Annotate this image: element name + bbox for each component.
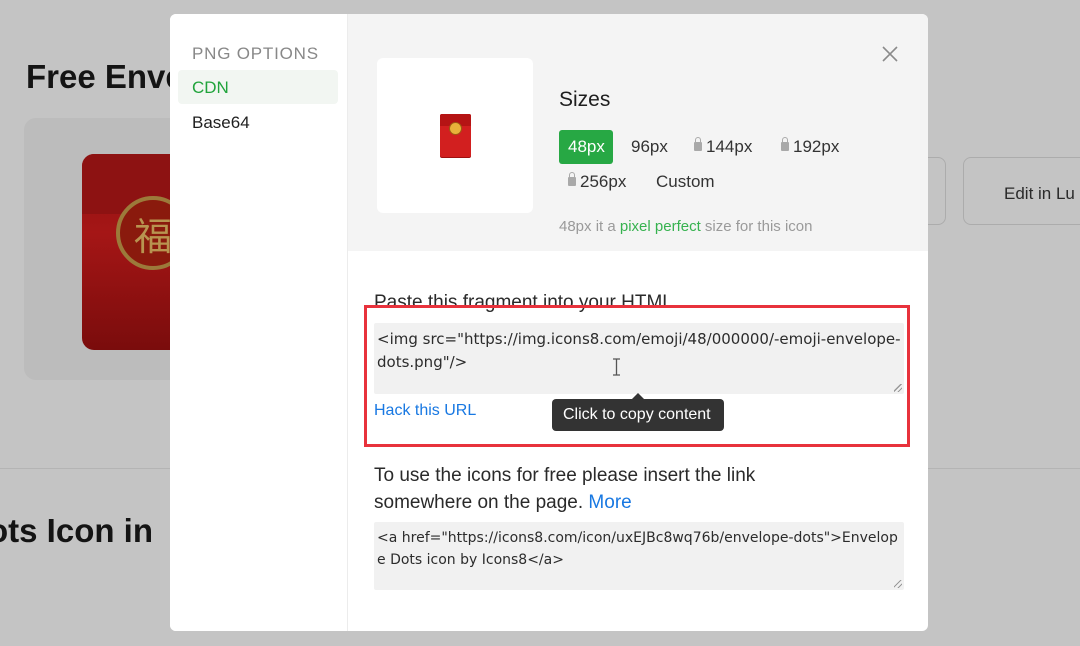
size-144px[interactable]: 144px [694, 130, 752, 164]
size-custom[interactable]: Custom [656, 165, 715, 199]
page-title: Free Enve [26, 58, 184, 95]
attribution-textarea[interactable]: <a href="https://icons8.com/icon/uxEJBc8… [374, 522, 904, 590]
attribution-text: To use the icons for free please insert … [374, 462, 824, 516]
copy-tooltip: Click to copy content [552, 393, 724, 431]
hint-text: size for this icon [700, 218, 813, 235]
sidebar-heading: PNG OPTIONS [192, 44, 319, 63]
sizes-panel: Sizes 48px 96px 144px 192px 256px Custom… [348, 14, 928, 251]
options-sidebar: PNG OPTIONS CDN Base64 [170, 14, 348, 631]
attribution-code: <a href="https://icons8.com/icon/uxEJBc8… [377, 530, 898, 568]
resize-handle-icon[interactable] [894, 580, 902, 588]
lock-icon [568, 172, 576, 186]
size-label: 256px [580, 172, 627, 191]
text-cursor-icon [613, 358, 620, 376]
size-label: 192px [793, 137, 840, 156]
attribution-message: To use the icons for free please insert … [374, 465, 756, 513]
pixel-perfect-link[interactable]: pixel perfect [620, 218, 701, 235]
icon-preview [377, 58, 533, 213]
size-192px[interactable]: 192px [781, 130, 839, 164]
sizes-title: Sizes [559, 88, 611, 111]
size-hint: 48px it a pixel perfect size for this ic… [559, 218, 812, 235]
size-256px[interactable]: 256px [568, 165, 626, 199]
size-label: 144px [706, 137, 753, 156]
section-title: ots Icon in [0, 512, 153, 549]
edit-button[interactable]: Edit in Lu [963, 157, 1080, 225]
lock-icon [781, 137, 789, 151]
seal-icon [449, 122, 462, 135]
sidebar-item-base64[interactable]: Base64 [178, 105, 338, 139]
size-96px[interactable]: 96px [631, 130, 668, 164]
sidebar-item-cdn[interactable]: CDN [178, 70, 338, 104]
more-link[interactable]: More [588, 492, 631, 513]
download-modal: PNG OPTIONS CDN Base64 Sizes 48px 96px 1… [170, 14, 928, 631]
lock-icon [694, 137, 702, 151]
close-icon[interactable] [880, 44, 900, 64]
size-48px[interactable]: 48px [559, 130, 613, 164]
hint-text: 48px it a [559, 218, 620, 235]
